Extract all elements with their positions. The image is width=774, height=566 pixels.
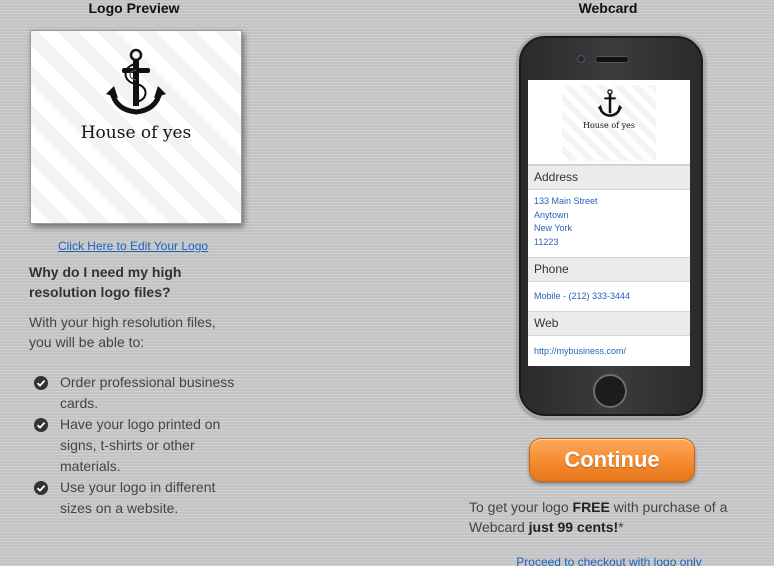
webcard-title: Webcard <box>578 0 638 16</box>
logo-brand-text: House of yes <box>80 123 192 143</box>
phone-label: Phone <box>534 262 569 276</box>
web-label: Web <box>534 316 559 330</box>
continue-button[interactable]: Continue <box>529 438 695 482</box>
anchor-logo-icon <box>596 89 624 119</box>
check-circle-icon <box>34 376 48 390</box>
logo-preview-title: Logo Preview <box>88 0 180 16</box>
benefit-text: Use your logo in different sizes on a we… <box>60 479 216 516</box>
promo-free: FREE <box>572 499 610 515</box>
web-value[interactable]: http://mybusiness.com/ <box>534 345 684 359</box>
webcard-logo-area: House of yes <box>528 80 690 165</box>
promo-price: just 99 cents! <box>528 519 619 535</box>
phone-value[interactable]: Mobile - (212) 333-3444 <box>534 290 684 304</box>
logo-preview-box: House of yes <box>30 30 242 224</box>
phone-speaker-icon <box>595 56 629 63</box>
address-line: New York <box>534 223 573 233</box>
intro-text: With your high resolution files, you wil… <box>29 314 216 350</box>
promo-text: To get your logo FREE with purchase of a… <box>469 499 728 535</box>
address-line: 133 Main Street <box>534 196 598 206</box>
address-line: Anytown <box>534 209 569 220</box>
checkout-logo-only-link[interactable]: Proceed to checkout with logo only <box>500 555 718 566</box>
why-heading: Why do I need my high resolution logo fi… <box>29 264 182 300</box>
phone-home-button-icon <box>593 374 627 408</box>
address-value[interactable]: 133 Main Street Anytown New York 11223 <box>534 195 684 249</box>
web-section-header: Web <box>528 311 690 336</box>
address-line: 11223 <box>534 236 559 247</box>
benefit-text: Order professional business cards. <box>60 374 235 411</box>
address-label: Address <box>534 170 579 184</box>
webcard-screen: House of yes Address 133 Main Street Any… <box>528 80 690 366</box>
edit-logo-link[interactable]: Click Here to Edit Your Logo <box>30 239 236 253</box>
webcard-brand-text: House of yes <box>582 121 635 130</box>
check-circle-icon <box>34 418 48 432</box>
phone-camera-icon <box>577 55 585 63</box>
anchor-logo-icon <box>104 48 168 120</box>
address-section-header: Address <box>528 165 690 190</box>
benefit-text: Have your logo printed on signs, t-shirt… <box>60 416 221 474</box>
check-circle-icon <box>34 481 48 495</box>
phone-section-header: Phone <box>528 257 690 282</box>
